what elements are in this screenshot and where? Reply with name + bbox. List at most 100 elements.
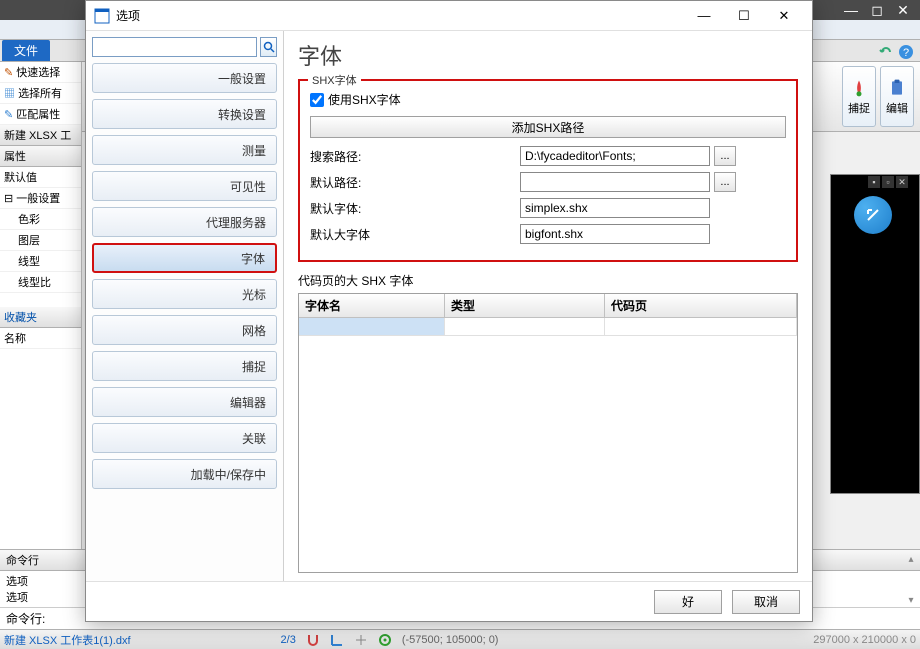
category-grid[interactable]: 网格 xyxy=(92,315,277,345)
use-shx-checkbox[interactable] xyxy=(310,93,324,107)
dialog-min-button[interactable]: — xyxy=(684,2,724,30)
category-editor[interactable]: 编辑器 xyxy=(92,387,277,417)
default-font-input[interactable] xyxy=(520,198,710,218)
default-font-label: 默认字体: xyxy=(310,200,520,217)
favorites-header: 收藏夹 xyxy=(0,307,81,328)
main-close-button[interactable]: ✕ xyxy=(890,1,916,19)
category-proxy[interactable]: 代理服务器 xyxy=(92,207,277,237)
options-search-input[interactable] xyxy=(92,37,257,57)
options-category-list: 一般设置 转换设置 测量 可见性 代理服务器 字体 光标 网格 捕捉 编辑器 关… xyxy=(86,31,284,581)
default-bigfont-input[interactable] xyxy=(520,224,710,244)
default-path-input[interactable] xyxy=(520,172,710,192)
capture-icon xyxy=(849,78,869,98)
main-min-button[interactable]: — xyxy=(838,1,864,19)
vt-icon[interactable]: ▫ xyxy=(882,176,894,188)
category-loadsave[interactable]: 加载中/保存中 xyxy=(92,459,277,489)
capture-button[interactable]: 捕捉 xyxy=(842,66,876,127)
general-settings[interactable]: ⊟ 一般设置 xyxy=(0,188,81,209)
default-val: 默认值 xyxy=(0,167,81,188)
default-font-row: 默认字体: xyxy=(310,198,786,218)
shx-group-label: SHX字体 xyxy=(308,72,361,88)
select-all[interactable]: ▦ 选择所有 xyxy=(0,83,81,104)
target-icon[interactable] xyxy=(378,633,392,647)
capture-label: 捕捉 xyxy=(848,100,870,116)
dialog-title: 选项 xyxy=(116,7,684,24)
default-path-label: 默认路径: xyxy=(310,174,520,191)
status-bar: 新建 XLSX 工作表1(1).dxf 2/3 (-57500; 105000;… xyxy=(0,629,920,649)
viewport-tools: ▪ ▫ ✕ xyxy=(868,176,908,188)
vt-icon[interactable]: ✕ xyxy=(896,176,908,188)
clipboard-icon xyxy=(887,78,907,98)
left-panel: ✎ 快速选择 ▦ 选择所有 ✎ 匹配属性 新建 XLSX 工 属性 默认值 ⊟ … xyxy=(0,62,82,629)
search-path-browse[interactable]: ... xyxy=(714,146,736,166)
search-path-label: 搜索路径: xyxy=(310,148,520,165)
search-path-row: 搜索路径: ... xyxy=(310,146,786,166)
options-dialog: 选项 — ☐ ✕ 一般设置 转换设置 测量 可见性 代理服务器 字体 光标 网格… xyxy=(85,0,813,622)
category-visibility[interactable]: 可见性 xyxy=(92,171,277,201)
match-props[interactable]: ✎ 匹配属性 xyxy=(0,104,81,125)
scroll-up-icon[interactable]: ▴ xyxy=(904,552,918,566)
magnet-icon[interactable] xyxy=(306,633,320,647)
col-type[interactable]: 类型 xyxy=(445,294,605,317)
options-search-row xyxy=(86,31,283,63)
shx-font-group: SHX字体 使用SHX字体 添加SHX路径 搜索路径: ... 默认路径: ..… xyxy=(298,79,798,262)
use-shx-label: 使用SHX字体 xyxy=(328,91,401,108)
tree-item[interactable]: 色彩 xyxy=(0,209,81,230)
col-fontname[interactable]: 字体名 xyxy=(299,294,445,317)
use-shx-row: 使用SHX字体 xyxy=(310,91,786,108)
default-path-row: 默认路径: ... xyxy=(310,172,786,192)
tree-item[interactable]: 图层 xyxy=(0,230,81,251)
category-font[interactable]: 字体 xyxy=(92,243,277,273)
dialog-max-button[interactable]: ☐ xyxy=(724,2,764,30)
search-path-input[interactable] xyxy=(520,146,710,166)
help-icon[interactable]: ? xyxy=(898,44,914,60)
default-bigfont-row: 默认大字体 xyxy=(310,224,786,244)
dialog-icon xyxy=(94,8,110,24)
name-row: 名称 xyxy=(0,328,81,349)
main-max-button[interactable]: ◻ xyxy=(864,1,890,19)
tree-item[interactable]: 线型 xyxy=(0,251,81,272)
undo-icon[interactable] xyxy=(878,44,894,60)
options-page: 字体 SHX字体 使用SHX字体 添加SHX路径 搜索路径: ... 默认路径:… xyxy=(284,31,812,581)
quick-select[interactable]: ✎ 快速选择 xyxy=(0,62,81,83)
svg-text:?: ? xyxy=(903,47,909,59)
category-measure[interactable]: 测量 xyxy=(92,135,277,165)
new-xlsx-header: 新建 XLSX 工 xyxy=(0,125,81,146)
props-header: 属性 xyxy=(0,146,81,167)
page-title: 字体 xyxy=(298,39,798,71)
codepage-label: 代码页的大 SHX 字体 xyxy=(298,272,798,289)
edit-button[interactable]: 编辑 xyxy=(880,66,914,127)
search-button[interactable] xyxy=(260,37,277,57)
dialog-footer: 好 取消 xyxy=(86,581,812,621)
dialog-titlebar: 选项 — ☐ ✕ xyxy=(86,1,812,31)
status-file: 新建 XLSX 工作表1(1).dxf xyxy=(4,632,131,648)
category-snap[interactable]: 捕捉 xyxy=(92,351,277,381)
category-assoc[interactable]: 关联 xyxy=(92,423,277,453)
category-general[interactable]: 一般设置 xyxy=(92,63,277,93)
status-fraction: 2/3 xyxy=(281,634,296,646)
dialog-close-button[interactable]: ✕ xyxy=(764,2,804,30)
add-shx-path-button[interactable]: 添加SHX路径 xyxy=(310,116,786,138)
codepage-body xyxy=(299,318,797,572)
file-tab[interactable]: 文件 xyxy=(2,40,50,61)
ribbon-help: ? xyxy=(878,44,914,60)
tree-item[interactable]: 线型比 xyxy=(0,272,81,293)
default-bigfont-label: 默认大字体 xyxy=(310,226,520,243)
table-row[interactable] xyxy=(299,318,797,336)
category-convert[interactable]: 转换设置 xyxy=(92,99,277,129)
category-cursor[interactable]: 光标 xyxy=(92,279,277,309)
search-icon xyxy=(263,41,275,53)
compass-icon[interactable] xyxy=(854,196,892,234)
edit-label: 编辑 xyxy=(886,100,908,116)
vt-icon[interactable]: ▪ xyxy=(868,176,880,188)
ok-button[interactable]: 好 xyxy=(654,590,722,614)
codepage-table[interactable]: 字体名 类型 代码页 xyxy=(298,293,798,573)
grid-icon[interactable] xyxy=(354,633,368,647)
default-path-browse[interactable]: ... xyxy=(714,172,736,192)
col-codepage[interactable]: 代码页 xyxy=(605,294,797,317)
scroll-down-icon[interactable]: ▾ xyxy=(904,593,918,607)
cancel-button[interactable]: 取消 xyxy=(732,590,800,614)
ortho-icon[interactable] xyxy=(330,633,344,647)
dialog-body: 一般设置 转换设置 测量 可见性 代理服务器 字体 光标 网格 捕捉 编辑器 关… xyxy=(86,31,812,581)
category-items: 一般设置 转换设置 测量 可见性 代理服务器 字体 光标 网格 捕捉 编辑器 关… xyxy=(86,63,283,581)
